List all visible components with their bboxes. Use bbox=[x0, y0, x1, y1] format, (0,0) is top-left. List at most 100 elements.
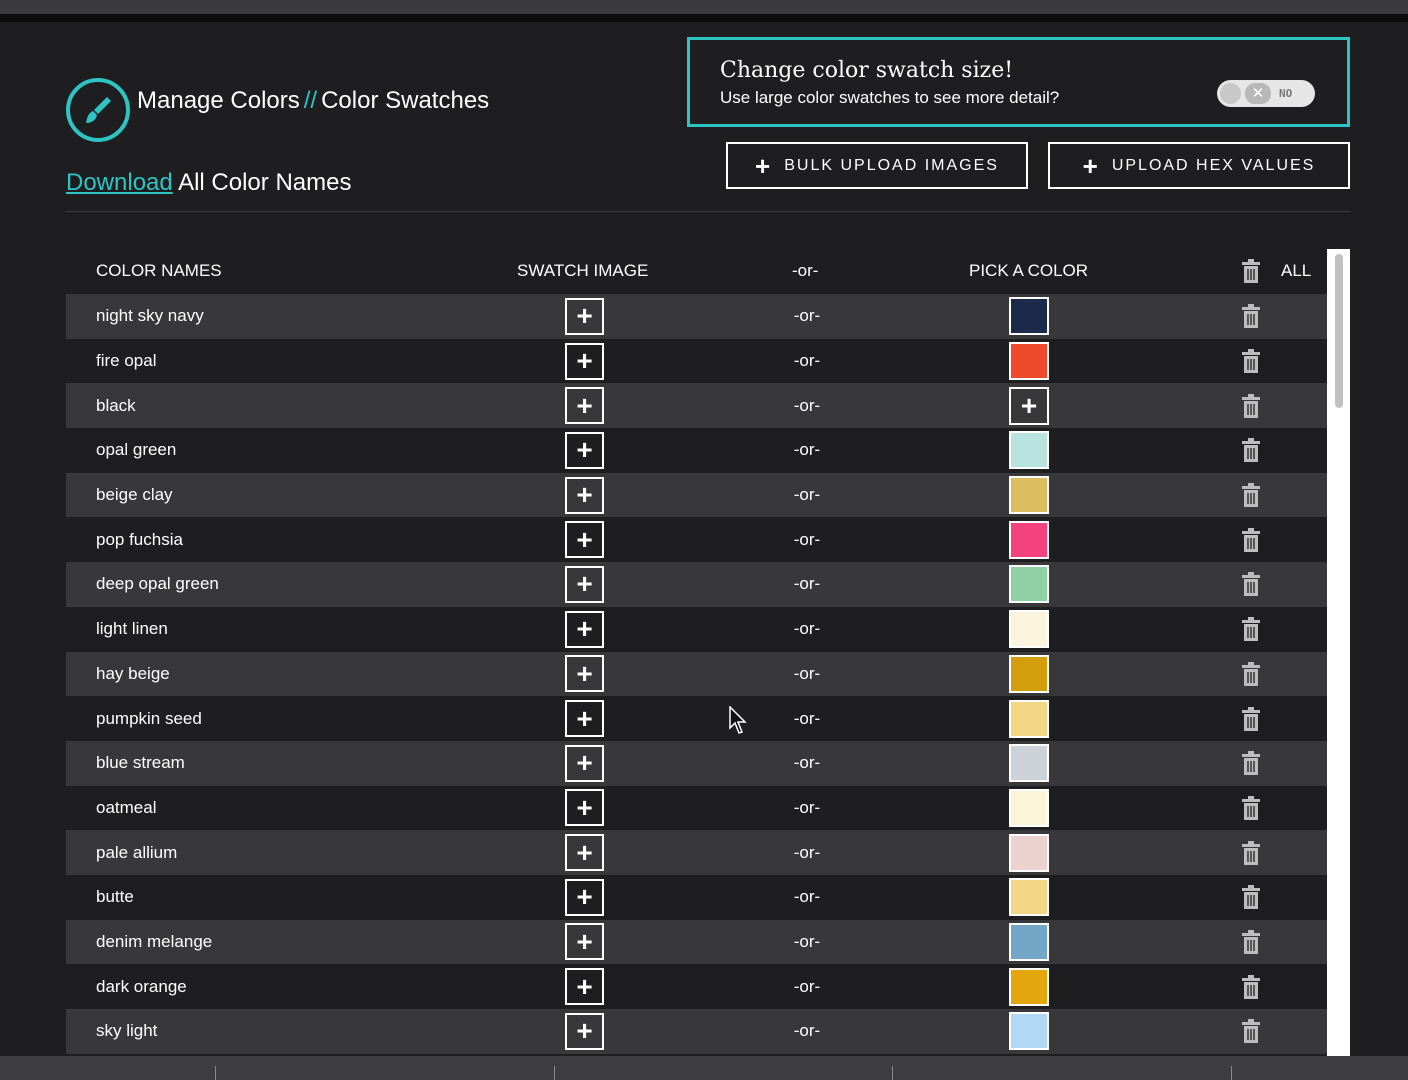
pick-color-cell bbox=[1009, 741, 1049, 786]
add-swatch-image-button[interactable]: + bbox=[565, 878, 604, 916]
add-swatch-image-button[interactable]: + bbox=[565, 431, 604, 469]
trash-icon[interactable] bbox=[1242, 974, 1260, 999]
bottom-divider bbox=[215, 1066, 216, 1080]
color-swatch[interactable] bbox=[1009, 431, 1049, 470]
color-swatch[interactable] bbox=[1009, 699, 1049, 738]
color-swatch[interactable] bbox=[1009, 565, 1049, 604]
trash-icon[interactable] bbox=[1242, 438, 1260, 463]
delete-cell bbox=[1242, 339, 1260, 384]
color-swatch[interactable] bbox=[1009, 967, 1049, 1006]
add-swatch-image-button[interactable]: + bbox=[565, 744, 604, 782]
add-swatch-image-button[interactable]: + bbox=[565, 700, 604, 738]
delete-cell bbox=[1242, 696, 1260, 741]
trash-icon[interactable] bbox=[1242, 885, 1260, 910]
right-gutter bbox=[1378, 22, 1408, 1056]
swatch-image-cell: + bbox=[565, 562, 604, 607]
or-label: -or- bbox=[793, 842, 821, 862]
color-swatch[interactable] bbox=[1009, 1012, 1049, 1051]
trash-icon[interactable] bbox=[1242, 751, 1260, 776]
color-name: blue stream bbox=[96, 753, 185, 773]
large-swatch-toggle[interactable]: ✕ NO bbox=[1217, 80, 1315, 107]
pick-color-cell bbox=[1009, 652, 1049, 697]
header-or: -or- bbox=[792, 261, 819, 280]
delete-cell bbox=[1242, 562, 1260, 607]
add-swatch-image-button[interactable]: + bbox=[565, 789, 604, 827]
add-swatch-image-button[interactable]: + bbox=[565, 521, 604, 559]
color-swatch[interactable] bbox=[1009, 922, 1049, 961]
color-name: light linen bbox=[96, 619, 168, 639]
trash-icon[interactable] bbox=[1242, 483, 1260, 508]
download-link[interactable]: Download bbox=[66, 169, 173, 196]
color-name: deep opal green bbox=[96, 574, 219, 594]
delete-cell bbox=[1242, 652, 1260, 697]
table-row: hay beige + -or- bbox=[66, 651, 1328, 697]
add-swatch-image-button[interactable]: + bbox=[565, 655, 604, 693]
pick-color-cell bbox=[1009, 1009, 1049, 1054]
add-swatch-image-button[interactable]: + bbox=[565, 1012, 604, 1050]
color-swatch[interactable] bbox=[1009, 744, 1049, 783]
add-swatch-image-button[interactable]: + bbox=[565, 968, 604, 1006]
add-swatch-image-button[interactable]: + bbox=[565, 476, 604, 514]
trash-icon[interactable] bbox=[1242, 840, 1260, 865]
delete-all-trash-icon[interactable] bbox=[1242, 259, 1260, 283]
color-name: fire opal bbox=[96, 351, 157, 371]
color-swatch[interactable] bbox=[1009, 833, 1049, 872]
table-row: pumpkin seed + -or- bbox=[66, 696, 1328, 741]
color-table-rows: night sky navy + -or-fire opal + -or-black + -… bbox=[66, 294, 1328, 1056]
color-swatch[interactable] bbox=[1009, 788, 1049, 827]
color-swatch[interactable] bbox=[1009, 878, 1049, 917]
or-label: -or- bbox=[793, 931, 821, 951]
toggle-knob bbox=[1220, 83, 1241, 104]
trash-icon[interactable] bbox=[1242, 795, 1260, 820]
trash-icon[interactable] bbox=[1242, 393, 1260, 418]
scrollbar-thumb[interactable] bbox=[1335, 254, 1343, 408]
or-label: -or- bbox=[793, 663, 821, 683]
or-label: -or- bbox=[793, 708, 821, 728]
title-separator: // bbox=[303, 87, 318, 114]
trash-icon[interactable] bbox=[1242, 706, 1260, 731]
add-color-button[interactable]: + bbox=[1009, 386, 1049, 425]
swatch-image-cell: + bbox=[565, 473, 604, 518]
table-row: fire opal + -or- bbox=[66, 338, 1328, 384]
color-swatch[interactable] bbox=[1009, 342, 1049, 381]
pick-color-cell bbox=[1009, 562, 1049, 607]
or-label: -or- bbox=[793, 306, 821, 326]
trash-icon[interactable] bbox=[1242, 1019, 1260, 1044]
add-swatch-image-button[interactable]: + bbox=[565, 923, 604, 961]
trash-icon[interactable] bbox=[1242, 304, 1260, 329]
add-swatch-image-button[interactable]: + bbox=[565, 610, 604, 648]
color-swatch[interactable] bbox=[1009, 476, 1049, 515]
add-swatch-image-button[interactable]: + bbox=[565, 834, 604, 872]
pick-color-cell bbox=[1009, 875, 1049, 920]
add-swatch-image-button[interactable]: + bbox=[565, 342, 604, 380]
color-swatch[interactable] bbox=[1009, 654, 1049, 693]
color-swatch[interactable] bbox=[1009, 297, 1049, 336]
upload-hex-values-button[interactable]: + UPLOAD HEX VALUES bbox=[1048, 142, 1350, 189]
table-row: deep opal green + -or- bbox=[66, 562, 1328, 607]
table-row: black + -or- + bbox=[66, 383, 1328, 429]
color-swatch[interactable] bbox=[1009, 520, 1049, 559]
trash-icon[interactable] bbox=[1242, 929, 1260, 954]
or-label: -or- bbox=[793, 351, 821, 371]
pick-color-cell bbox=[1009, 517, 1049, 562]
pick-color-cell: + bbox=[1009, 383, 1049, 428]
trash-icon[interactable] bbox=[1242, 572, 1260, 597]
trash-icon[interactable] bbox=[1242, 617, 1260, 642]
trash-icon[interactable] bbox=[1242, 349, 1260, 374]
header-swatch-image: SWATCH IMAGE bbox=[517, 261, 649, 280]
add-swatch-image-button[interactable]: + bbox=[565, 387, 604, 425]
header-all: ALL bbox=[1281, 261, 1312, 280]
table-scrollbar[interactable] bbox=[1327, 249, 1350, 1056]
or-label: -or- bbox=[793, 753, 821, 773]
swatch-image-cell: + bbox=[565, 428, 604, 473]
color-name: denim melange bbox=[96, 931, 213, 951]
trash-icon[interactable] bbox=[1242, 661, 1260, 686]
delete-cell bbox=[1242, 786, 1260, 831]
bulk-upload-images-button[interactable]: + BULK UPLOAD IMAGES bbox=[726, 142, 1028, 189]
color-name: oatmeal bbox=[96, 797, 157, 817]
add-swatch-image-button[interactable]: + bbox=[565, 297, 604, 335]
add-swatch-image-button[interactable]: + bbox=[565, 565, 604, 603]
table-row: pop fuchsia + -or- bbox=[66, 517, 1328, 563]
trash-icon[interactable] bbox=[1242, 527, 1260, 552]
color-swatch[interactable] bbox=[1009, 610, 1049, 649]
